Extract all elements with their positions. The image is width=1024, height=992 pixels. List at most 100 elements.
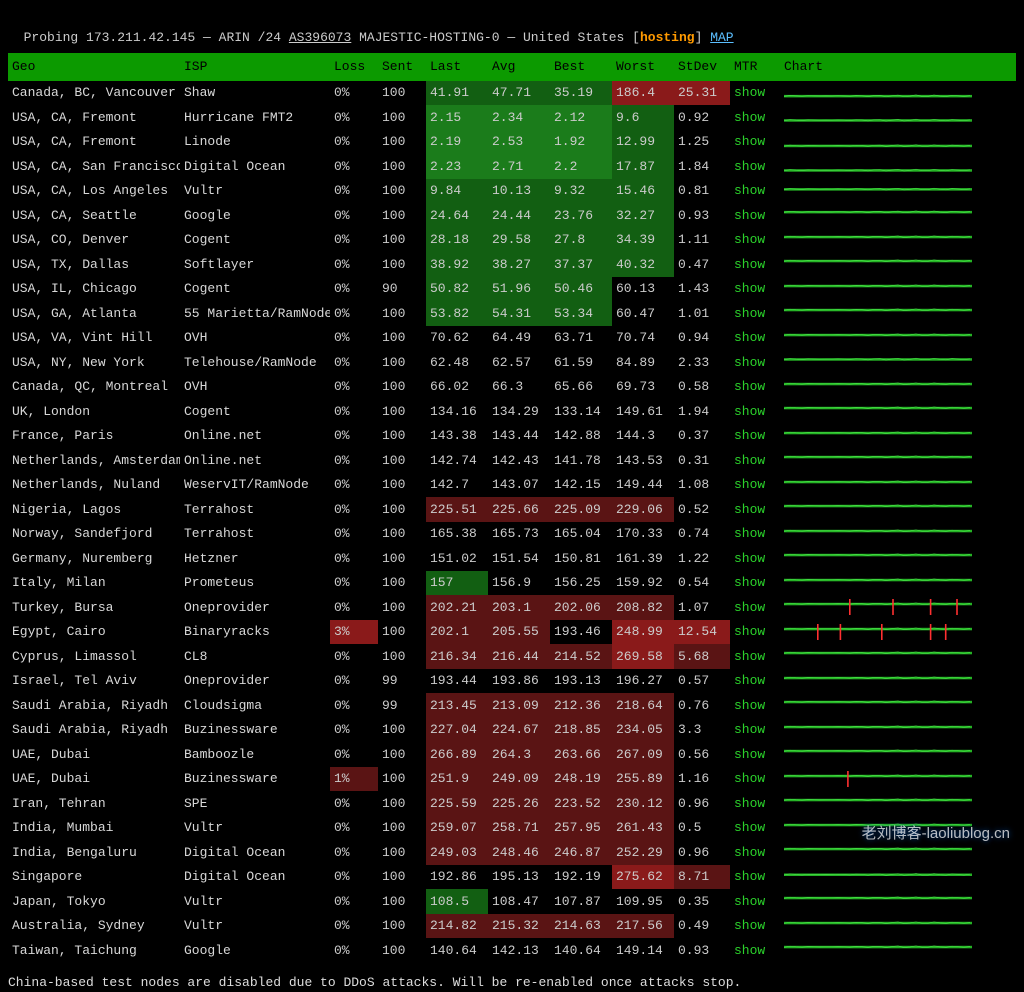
- cell-chart[interactable]: [780, 179, 1016, 204]
- col-worst[interactable]: Worst: [612, 53, 674, 81]
- cell-chart[interactable]: [780, 816, 1016, 841]
- col-loss[interactable]: Loss: [330, 53, 378, 81]
- cell-chart[interactable]: [780, 448, 1016, 473]
- col-geo[interactable]: Geo: [8, 53, 180, 81]
- cell-chart[interactable]: [780, 620, 1016, 645]
- mtr-show-link[interactable]: show: [734, 575, 765, 590]
- cell-chart[interactable]: [780, 399, 1016, 424]
- cell-chart[interactable]: [780, 350, 1016, 375]
- cell-chart[interactable]: [780, 767, 1016, 792]
- col-stdev[interactable]: StDev: [674, 53, 730, 81]
- cell-chart[interactable]: [780, 424, 1016, 449]
- mtr-show-link[interactable]: show: [734, 85, 765, 100]
- cell-chart[interactable]: [780, 791, 1016, 816]
- cell-best: 1.92: [550, 130, 612, 155]
- cell-last: 108.5: [426, 889, 488, 914]
- cell-chart[interactable]: [780, 546, 1016, 571]
- mtr-show-link[interactable]: show: [734, 600, 765, 615]
- mtr-show-link[interactable]: show: [734, 379, 765, 394]
- cell-chart[interactable]: [780, 669, 1016, 694]
- mtr-show-link[interactable]: show: [734, 526, 765, 541]
- cell-stdev: 5.68: [674, 644, 730, 669]
- cell-last: 165.38: [426, 522, 488, 547]
- mtr-show-link[interactable]: show: [734, 232, 765, 247]
- cell-chart[interactable]: [780, 228, 1016, 253]
- mtr-show-link[interactable]: show: [734, 673, 765, 688]
- cell-geo: Japan, Tokyo: [8, 889, 180, 914]
- cell-chart[interactable]: [780, 252, 1016, 277]
- mtr-show-link[interactable]: show: [734, 453, 765, 468]
- mtr-show-link[interactable]: show: [734, 281, 765, 296]
- cell-geo: USA, CA, San Francisco: [8, 154, 180, 179]
- col-avg[interactable]: Avg: [488, 53, 550, 81]
- mtr-show-link[interactable]: show: [734, 257, 765, 272]
- asn-link[interactable]: AS396073: [289, 30, 351, 45]
- cell-chart[interactable]: [780, 130, 1016, 155]
- mtr-show-link[interactable]: show: [734, 159, 765, 174]
- mtr-show-link[interactable]: show: [734, 355, 765, 370]
- col-last[interactable]: Last: [426, 53, 488, 81]
- mtr-show-link[interactable]: show: [734, 869, 765, 884]
- mtr-show-link[interactable]: show: [734, 330, 765, 345]
- mtr-show-link[interactable]: show: [734, 624, 765, 639]
- mtr-show-link[interactable]: show: [734, 771, 765, 786]
- mtr-show-link[interactable]: show: [734, 502, 765, 517]
- cell-worst: 234.05: [612, 718, 674, 743]
- cell-chart[interactable]: [780, 718, 1016, 743]
- cell-chart[interactable]: [780, 326, 1016, 351]
- mtr-show-link[interactable]: show: [734, 428, 765, 443]
- col-best[interactable]: Best: [550, 53, 612, 81]
- cell-chart[interactable]: [780, 277, 1016, 302]
- mtr-show-link[interactable]: show: [734, 918, 765, 933]
- cell-chart[interactable]: [780, 571, 1016, 596]
- mtr-show-link[interactable]: show: [734, 404, 765, 419]
- cell-chart[interactable]: [780, 865, 1016, 890]
- cell-chart[interactable]: [780, 889, 1016, 914]
- cell-chart[interactable]: [780, 105, 1016, 130]
- mtr-show-link[interactable]: show: [734, 208, 765, 223]
- mtr-show-link[interactable]: show: [734, 477, 765, 492]
- map-link[interactable]: MAP: [710, 30, 733, 45]
- cell-loss: 0%: [330, 252, 378, 277]
- cell-chart[interactable]: [780, 301, 1016, 326]
- cell-chart[interactable]: [780, 914, 1016, 939]
- cell-chart[interactable]: [780, 938, 1016, 963]
- col-mtr[interactable]: MTR: [730, 53, 780, 81]
- mtr-show-link[interactable]: show: [734, 110, 765, 125]
- mtr-show-link[interactable]: show: [734, 649, 765, 664]
- cell-chart[interactable]: [780, 693, 1016, 718]
- cell-chart[interactable]: [780, 522, 1016, 547]
- mtr-show-link[interactable]: show: [734, 698, 765, 713]
- cell-chart[interactable]: [780, 742, 1016, 767]
- cell-mtr: show: [730, 791, 780, 816]
- cell-chart[interactable]: [780, 154, 1016, 179]
- cell-chart[interactable]: [780, 375, 1016, 400]
- mtr-show-link[interactable]: show: [734, 183, 765, 198]
- mtr-show-link[interactable]: show: [734, 943, 765, 958]
- mtr-show-link[interactable]: show: [734, 722, 765, 737]
- cell-best: 214.63: [550, 914, 612, 939]
- cell-chart[interactable]: [780, 595, 1016, 620]
- mtr-show-link[interactable]: show: [734, 306, 765, 321]
- cell-chart[interactable]: [780, 840, 1016, 865]
- mtr-show-link[interactable]: show: [734, 551, 765, 566]
- cell-isp: WeservIT/RamNode: [180, 473, 330, 498]
- cell-chart[interactable]: [780, 473, 1016, 498]
- table-row: USA, CA, FremontLinode0%1002.192.531.921…: [8, 130, 1016, 155]
- cell-avg: 258.71: [488, 816, 550, 841]
- cell-chart[interactable]: [780, 81, 1016, 106]
- cell-chart[interactable]: [780, 203, 1016, 228]
- col-sent[interactable]: Sent: [378, 53, 426, 81]
- mtr-show-link[interactable]: show: [734, 134, 765, 149]
- cell-worst: 60.13: [612, 277, 674, 302]
- cell-chart[interactable]: [780, 644, 1016, 669]
- mtr-show-link[interactable]: show: [734, 894, 765, 909]
- col-chart[interactable]: Chart: [780, 53, 1016, 81]
- col-isp[interactable]: ISP: [180, 53, 330, 81]
- mtr-show-link[interactable]: show: [734, 747, 765, 762]
- mtr-show-link[interactable]: show: [734, 820, 765, 835]
- cell-avg: 62.57: [488, 350, 550, 375]
- mtr-show-link[interactable]: show: [734, 845, 765, 860]
- mtr-show-link[interactable]: show: [734, 796, 765, 811]
- cell-chart[interactable]: [780, 497, 1016, 522]
